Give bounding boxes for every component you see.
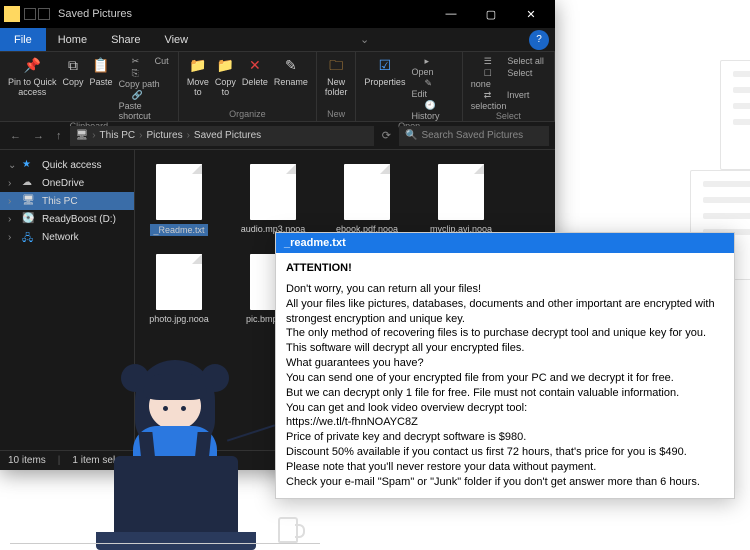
sidebar-item-onedrive[interactable]: ›☁OneDrive [0, 174, 134, 192]
readme-attention: ATTENTION! [286, 261, 724, 276]
star-icon: ★ [22, 159, 36, 171]
properties-button[interactable]: ☑Properties [364, 56, 405, 88]
menu-share[interactable]: Share [99, 34, 152, 46]
new-folder-button[interactable]: 🗀New folder [325, 56, 348, 98]
paste-shortcut-button[interactable]: 🔗 Paste shortcut [119, 90, 170, 121]
delete-button[interactable]: ✕Delete [242, 56, 268, 88]
file-item[interactable]: ebook.pdf.nooa [333, 164, 401, 236]
cut-button[interactable]: ✂ Cut [119, 56, 170, 67]
copy-button[interactable]: ⧉Copy [63, 56, 84, 88]
delete-icon: ✕ [245, 56, 265, 76]
file-item[interactable]: photo.jpg.nooa [145, 254, 213, 324]
rename-icon: ✎ [281, 56, 301, 76]
readme-text: Don't worry, you can return all your fil… [286, 282, 724, 490]
paste-icon: 📋 [91, 56, 111, 76]
pc-icon: 🖥 [76, 130, 89, 141]
refresh-button[interactable]: ⟳ [378, 129, 395, 142]
copy-path-button[interactable]: ⎘ Copy path [119, 68, 170, 89]
status-count: 10 items [8, 455, 46, 466]
menu-view[interactable]: View [152, 34, 200, 46]
group-new: New [325, 109, 348, 119]
file-item[interactable]: audio.mp3.nooa [239, 164, 307, 236]
paste-button[interactable]: 📋Paste [90, 56, 113, 88]
breadcrumb[interactable]: 🖥 › This PC› Pictures› Saved Pictures [70, 126, 374, 146]
file-icon [156, 164, 202, 220]
maximize-button[interactable]: ▢ [471, 0, 511, 28]
file-item[interactable]: myclip.avi.nooa [427, 164, 495, 236]
search-input[interactable]: 🔍 Search Saved Pictures [399, 126, 549, 146]
search-placeholder: Search Saved Pictures [421, 130, 523, 141]
monitor-icon: 🖥 [22, 195, 36, 207]
sidebar-item-quick-access[interactable]: ⌄★Quick access [0, 156, 134, 174]
open-button[interactable]: ▸ Open [411, 56, 453, 77]
sidebar-item-network[interactable]: ›🖧Network [0, 228, 134, 246]
ribbon: 📌Pin to Quick access ⧉Copy 📋Paste ✂ Cut … [0, 52, 555, 122]
nav-up[interactable]: ↑ [52, 130, 66, 142]
file-icon [438, 164, 484, 220]
file-icon [344, 164, 390, 220]
properties-icon: ☑ [375, 56, 395, 76]
menu-home[interactable]: Home [46, 34, 99, 46]
readme-title[interactable]: _readme.txt [276, 233, 734, 253]
copy-to-button[interactable]: 📁Copy to [215, 56, 236, 98]
crumb-pictures[interactable]: Pictures [146, 130, 182, 141]
file-icon [156, 254, 202, 310]
copy-icon: ⧉ [63, 56, 83, 76]
new-folder-icon: 🗀 [326, 56, 346, 76]
file-name: photo.jpg.nooa [149, 314, 209, 324]
search-icon: 🔍 [405, 130, 417, 141]
pin-icon: 📌 [22, 56, 42, 76]
chevron-down-icon[interactable]: ⌄ [354, 33, 375, 46]
menu-file[interactable]: File [0, 28, 46, 51]
readme-body: ATTENTION! Don't worry, you can return a… [276, 253, 734, 498]
drive-icon: 💽 [22, 213, 36, 225]
history-button[interactable]: 🕘 History [411, 100, 453, 121]
file-name: _Readme.txt [150, 224, 207, 236]
nav-forward[interactable]: → [29, 130, 48, 142]
file-item[interactable]: _Readme.txt [145, 164, 213, 236]
invert-selection-button[interactable]: ⇄ Invert selection [471, 90, 546, 111]
laptop-illustration [96, 456, 256, 550]
rename-button[interactable]: ✎Rename [274, 56, 308, 88]
sidebar-item-this-pc[interactable]: ›🖥This PC [0, 192, 134, 210]
crumb-this-pc[interactable]: This PC [100, 130, 136, 141]
select-all-button[interactable]: ☰ Select all [471, 56, 546, 67]
copy-to-icon: 📁 [215, 56, 235, 76]
window-title: Saved Pictures [58, 8, 431, 20]
nav-back[interactable]: ← [6, 130, 25, 142]
sidebar-item-readyboost[interactable]: ›💽ReadyBoost (D:) [0, 210, 134, 228]
ground-line [10, 543, 320, 544]
readme-window[interactable]: _readme.txt ATTENTION! Don't worry, you … [275, 232, 735, 499]
qat [24, 8, 50, 20]
edit-button[interactable]: ✎ Edit [411, 78, 453, 99]
minimize-button[interactable]: — [431, 0, 471, 28]
group-select: Select [471, 111, 546, 121]
titlebar[interactable]: Saved Pictures — ▢ ✕ [0, 0, 555, 28]
cloud-icon: ☁ [22, 177, 36, 189]
address-bar: ← → ↑ 🖥 › This PC› Pictures› Saved Pictu… [0, 122, 555, 150]
group-organize: Organize [187, 109, 308, 119]
move-to-button[interactable]: 📁Move to [187, 56, 209, 98]
file-icon [250, 164, 296, 220]
help-button[interactable]: ? [529, 30, 549, 50]
menu-bar: File Home Share View ⌄ ? [0, 28, 555, 52]
select-none-button[interactable]: ☐ Select none [471, 68, 546, 89]
move-icon: 📁 [188, 56, 208, 76]
network-icon: 🖧 [22, 231, 36, 243]
folder-icon [4, 6, 20, 22]
mug-illustration [278, 517, 298, 543]
crumb-saved-pictures[interactable]: Saved Pictures [194, 130, 261, 141]
pin-quick-access-button[interactable]: 📌Pin to Quick access [8, 56, 57, 98]
close-button[interactable]: ✕ [511, 0, 551, 28]
